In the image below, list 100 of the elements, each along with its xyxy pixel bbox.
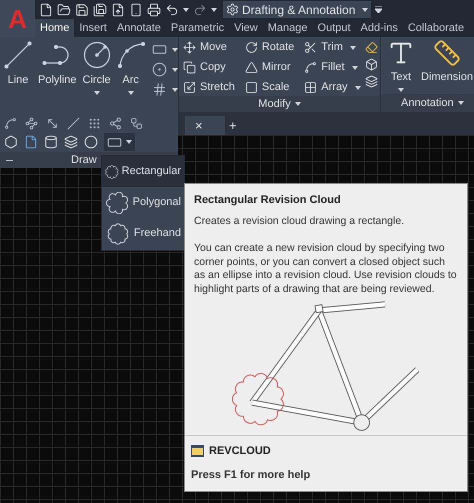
caret-icon[interactable] xyxy=(126,140,132,144)
caret-icon[interactable] xyxy=(362,8,368,12)
gear-icon[interactable] xyxy=(226,3,239,16)
node-icon[interactable] xyxy=(109,117,122,130)
eraser-icon[interactable] xyxy=(364,41,378,54)
caret-icon[interactable] xyxy=(350,46,356,50)
ribbon-tab[interactable]: Insert xyxy=(74,19,112,37)
draw-tool-button[interactable]: Polyline xyxy=(37,40,78,88)
document-tab[interactable]: × xyxy=(185,116,225,135)
modify-tool-button[interactable]: Stretch xyxy=(183,79,235,96)
command-icon xyxy=(191,445,204,458)
curve-icon[interactable] xyxy=(304,61,318,74)
save-as-icon[interactable] xyxy=(93,2,107,16)
ellipse-icon[interactable] xyxy=(152,62,167,77)
folder-icon[interactable] xyxy=(57,2,71,16)
customize-icon[interactable] xyxy=(375,6,382,13)
menu-item[interactable]: Rectangular xyxy=(102,156,184,187)
spline-points-icon[interactable] xyxy=(25,117,38,130)
rotate-icon[interactable] xyxy=(244,41,258,54)
cloud-icon xyxy=(105,222,131,244)
arc-icon xyxy=(116,41,145,69)
move-icon[interactable] xyxy=(183,41,196,54)
modify-tool-button[interactable]: Rotate xyxy=(244,39,294,56)
device-icon[interactable] xyxy=(129,2,143,16)
triangle-icon[interactable] xyxy=(244,61,258,74)
close-tab-button[interactable]: × xyxy=(195,119,203,132)
workspace-dropdown[interactable]: Drafting & Annotation xyxy=(223,1,371,18)
tooltip-summary: Creates a revision cloud drawing a rectangle. xyxy=(194,214,406,228)
grid-icon[interactable] xyxy=(304,81,318,94)
ribbon-tab[interactable]: Annotate xyxy=(112,19,166,37)
copy-icon[interactable] xyxy=(183,61,196,74)
undo-icon[interactable] xyxy=(165,2,179,16)
ribbon-tab[interactable]: Manage xyxy=(262,19,313,37)
tool-label: Line xyxy=(8,73,28,88)
modify-tool-button[interactable]: Array xyxy=(304,79,361,96)
workspace-label: Drafting & Annotation xyxy=(242,2,356,18)
annotation-tool-button[interactable]: Text xyxy=(387,39,415,94)
tool-label: Polyline xyxy=(38,73,77,88)
modify-tool-button[interactable]: Move xyxy=(183,39,235,56)
caret-icon[interactable] xyxy=(172,48,178,52)
line-icon xyxy=(4,41,32,69)
draw-tool-button[interactable]: Circle xyxy=(82,40,112,94)
redo-icon[interactable] xyxy=(193,2,207,16)
ribbon-tab[interactable]: Add-ins xyxy=(356,19,403,37)
annotation-tool-button[interactable]: Dimension xyxy=(421,39,473,94)
document-icon[interactable] xyxy=(111,2,125,16)
caret-icon[interactable] xyxy=(172,88,178,92)
tooltip-title: Rectangular Revision Cloud xyxy=(194,193,342,208)
caret-icon[interactable] xyxy=(458,101,464,105)
new-tab-button[interactable]: + xyxy=(225,116,241,135)
caret-icon[interactable] xyxy=(128,90,134,94)
modify-tool-button[interactable]: Fillet xyxy=(304,59,361,76)
draw-tool-button[interactable]: Arc xyxy=(116,40,146,94)
help-hint: Press F1 for more help xyxy=(191,468,312,482)
circle-icon xyxy=(82,41,111,69)
wipeout-icon[interactable] xyxy=(24,135,38,149)
tool-label: Arc xyxy=(122,73,139,88)
region-icon[interactable] xyxy=(4,135,18,149)
ribbon-tab[interactable]: View xyxy=(229,19,263,37)
revision-cloud-button[interactable] xyxy=(104,133,135,151)
donut-icon[interactable] xyxy=(84,135,98,149)
menu-item[interactable]: Freehand xyxy=(102,218,184,249)
scissors-icon[interactable] xyxy=(304,41,318,54)
panel-title: Modify xyxy=(258,97,291,112)
caret-icon[interactable] xyxy=(354,86,361,90)
box-icon[interactable] xyxy=(364,58,378,71)
cloud-icon xyxy=(105,192,130,214)
modify-tool-button[interactable]: Scale xyxy=(244,79,294,96)
stretch-icon[interactable] xyxy=(183,81,196,94)
diagonal-line-icon[interactable] xyxy=(46,117,59,130)
path-icon[interactable] xyxy=(130,117,143,130)
caret-icon[interactable] xyxy=(183,8,189,12)
hatch-icon[interactable] xyxy=(152,82,167,97)
file-icon[interactable] xyxy=(39,2,53,16)
caret-icon[interactable] xyxy=(94,90,100,94)
tooltip-description: You can create a new revision cloud by specifying two corner points, or you can convert a closed object such as an ellipse into a revision cloud. Use revision clouds to highlight parts of a drawing that are being reviewed. xyxy=(194,242,458,296)
ribbon-tab[interactable]: Output xyxy=(312,19,356,37)
caret-icon[interactable] xyxy=(172,68,178,72)
modify-tool-button[interactable]: Copy xyxy=(183,59,235,76)
print-icon[interactable] xyxy=(147,2,161,16)
modify-tool-button[interactable]: Trim xyxy=(304,39,361,56)
command-name: REVCLOUD xyxy=(209,444,271,459)
save-icon[interactable] xyxy=(75,2,89,16)
tool-label: Circle xyxy=(82,73,111,88)
menu-item[interactable]: Polygonal xyxy=(102,187,184,218)
draw-tool-button[interactable]: Line xyxy=(3,40,33,88)
ray-icon[interactable] xyxy=(67,117,80,130)
caret-icon[interactable] xyxy=(352,66,358,70)
points-icon[interactable] xyxy=(88,117,101,130)
ribbon-tab[interactable]: Collaborate xyxy=(402,19,470,37)
panel-title: Draw xyxy=(71,152,97,168)
caret-icon[interactable] xyxy=(294,102,301,106)
caret-icon[interactable] xyxy=(398,88,404,92)
ribbon-tab[interactable]: Home xyxy=(35,19,74,37)
caret-icon[interactable] xyxy=(211,8,217,12)
modify-tool-button[interactable]: Mirror xyxy=(244,59,294,76)
scale-icon[interactable] xyxy=(244,81,258,94)
dimension-icon[interactable] xyxy=(432,39,461,67)
ribbon-tab[interactable]: Parametric xyxy=(166,19,230,37)
spline-icon[interactable] xyxy=(4,117,17,130)
